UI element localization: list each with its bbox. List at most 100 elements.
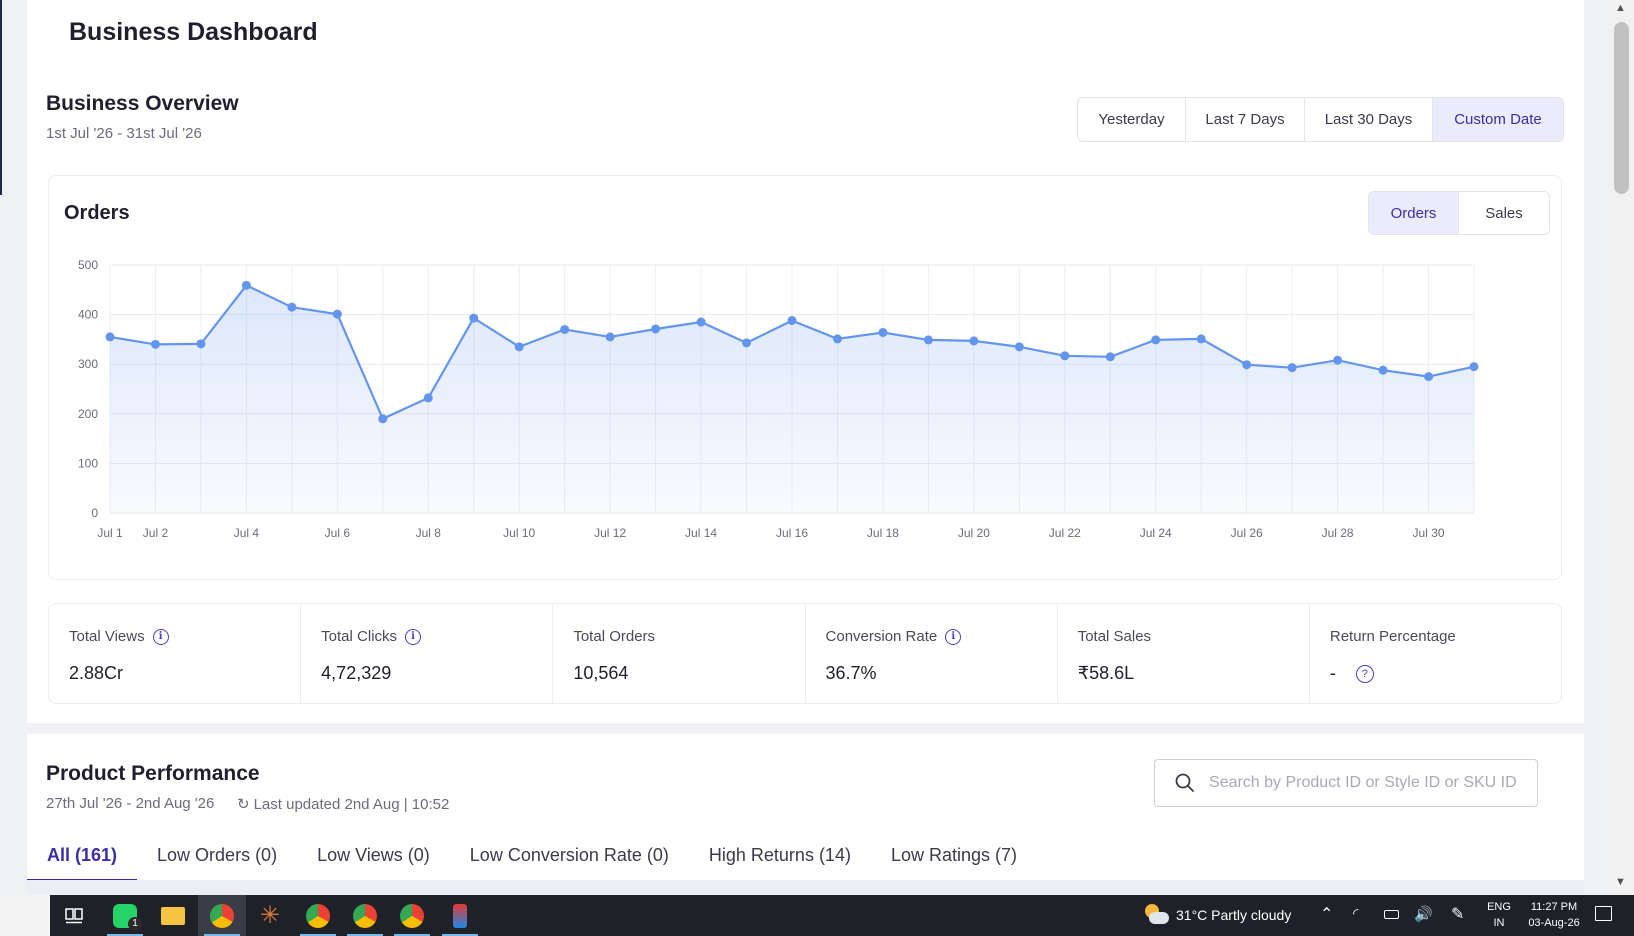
speaker-icon[interactable]: 🔊 bbox=[1414, 905, 1433, 923]
data-point bbox=[832, 334, 842, 344]
product-performance-title: Product Performance bbox=[46, 762, 260, 785]
overview-date-range: 1st Jul '26 - 31st Jul '26 bbox=[46, 125, 202, 142]
tab-low-conversion-rate[interactable]: Low Conversion Rate (0) bbox=[470, 845, 669, 880]
data-point bbox=[923, 335, 933, 345]
range-last-30-days-button[interactable]: Last 30 Days bbox=[1305, 98, 1433, 141]
product-performance-date-range: 27th Jul '26 - 2nd Aug '26 bbox=[46, 795, 215, 812]
data-point bbox=[241, 280, 251, 290]
metric-total-orders: Total Orders 10,564 bbox=[553, 604, 806, 703]
tab-low-ratings[interactable]: Low Ratings (7) bbox=[891, 845, 1017, 880]
chrome-profile-m-button[interactable] bbox=[294, 895, 342, 936]
y-tick-label: 400 bbox=[78, 308, 98, 322]
task-view-icon bbox=[65, 907, 83, 923]
data-point bbox=[1060, 351, 1070, 361]
range-last-7-days-button[interactable]: Last 7 Days bbox=[1186, 98, 1305, 141]
weather-text[interactable]: 31°C Partly cloudy bbox=[1176, 907, 1291, 923]
x-tick-label: Jul 4 bbox=[234, 526, 260, 540]
x-tick-label: Jul 10 bbox=[503, 526, 535, 540]
x-tick-label: Jul 20 bbox=[958, 526, 990, 540]
app-taskbar-button[interactable] bbox=[436, 895, 484, 936]
product-filter-tabs: All (161) Low Orders (0) Low Views (0) L… bbox=[26, 845, 1057, 882]
tab-low-orders[interactable]: Low Orders (0) bbox=[157, 845, 277, 880]
help-icon[interactable]: ? bbox=[1355, 664, 1374, 683]
info-icon[interactable]: i bbox=[152, 628, 169, 645]
chrome-profile-3-button[interactable] bbox=[388, 895, 436, 936]
metric-label: Total Sales bbox=[1077, 628, 1152, 645]
y-tick-label: 0 bbox=[91, 506, 98, 520]
data-point bbox=[787, 316, 797, 326]
info-icon[interactable]: i bbox=[945, 628, 962, 645]
data-point bbox=[514, 342, 524, 352]
task-view-button[interactable] bbox=[50, 895, 98, 936]
clock-date[interactable]: 03-Aug-26 bbox=[1520, 917, 1588, 929]
y-tick-label: 500 bbox=[78, 258, 98, 272]
x-tick-label: Jul 22 bbox=[1049, 526, 1081, 540]
battery-icon[interactable] bbox=[1384, 910, 1399, 919]
notifications-icon[interactable] bbox=[1595, 906, 1612, 921]
folder-icon bbox=[161, 906, 185, 925]
x-tick-label: Jul 24 bbox=[1140, 526, 1172, 540]
overview-title: Business Overview bbox=[46, 92, 239, 115]
metric-conversion-rate: Conversion Rate i 36.7% bbox=[806, 604, 1058, 703]
orders-chart-card: Orders Orders Sales 0 100 200 300 400 500 Jul … bbox=[48, 175, 1562, 580]
chrome-profile-1-button[interactable] bbox=[198, 895, 246, 936]
x-tick-label: Jul 6 bbox=[325, 526, 351, 540]
start-area[interactable] bbox=[0, 895, 50, 936]
language-top[interactable]: ENG bbox=[1484, 901, 1514, 913]
scroll-down-arrow-icon[interactable]: ▼ bbox=[1615, 876, 1626, 888]
data-point bbox=[1151, 335, 1161, 345]
metric-value: - bbox=[1329, 663, 1336, 683]
metric-label: Return Percentage bbox=[1329, 628, 1456, 645]
data-point bbox=[1105, 352, 1115, 362]
chrome-icon bbox=[306, 903, 330, 928]
metric-value: 2.88Cr bbox=[69, 663, 124, 683]
scrollbar-thumb[interactable] bbox=[1614, 22, 1629, 194]
metric-value: 36.7% bbox=[825, 663, 877, 683]
pen-icon[interactable]: ✎ bbox=[1451, 904, 1464, 924]
whatsapp-badge: 1 bbox=[128, 917, 142, 931]
data-point bbox=[1469, 362, 1479, 372]
orders-line-chart: 0 100 200 300 400 500 Jul 1 Jul 2 Jul 4 Jul 6 Jul … bbox=[78, 258, 1479, 540]
y-tick-label: 300 bbox=[78, 357, 98, 371]
scroll-up-arrow-icon[interactable]: ▲ bbox=[1615, 2, 1626, 14]
x-tick-label: Jul 1 bbox=[97, 526, 123, 540]
metric-label: Conversion Rate bbox=[825, 628, 938, 645]
whatsapp-taskbar-button[interactable]: 1 bbox=[101, 895, 149, 936]
file-explorer-button[interactable] bbox=[149, 895, 197, 936]
range-custom-date-button[interactable]: Custom Date bbox=[1433, 98, 1563, 141]
chrome-icon bbox=[210, 903, 234, 928]
data-point bbox=[105, 332, 115, 342]
data-point bbox=[287, 302, 297, 312]
data-point bbox=[1378, 365, 1388, 375]
metric-label: Total Clicks bbox=[321, 628, 398, 645]
data-point bbox=[150, 339, 160, 349]
page-title: Business Dashboard bbox=[69, 18, 318, 46]
last-updated-text: Last updated 2nd Aug | 10:52 bbox=[253, 795, 450, 813]
tab-all[interactable]: All (161) bbox=[26, 845, 138, 882]
y-tick-label: 100 bbox=[78, 456, 98, 470]
windows-taskbar: 1 ✳ 31°C Partly cloudy ⌃ ◜ 🔊 ✎ ENG IN 11… bbox=[0, 895, 1634, 936]
chrome-profile-k-button[interactable] bbox=[341, 895, 389, 936]
weather-icon[interactable] bbox=[1143, 904, 1169, 926]
language-bottom[interactable]: IN bbox=[1484, 917, 1514, 929]
info-icon[interactable]: i bbox=[405, 628, 422, 645]
y-tick-label: 200 bbox=[78, 407, 98, 421]
data-point bbox=[1287, 363, 1297, 373]
x-tick-label: Jul 12 bbox=[594, 526, 626, 540]
wifi-icon[interactable]: ◜ bbox=[1353, 905, 1358, 922]
product-search-input[interactable] bbox=[1209, 774, 1519, 792]
tab-low-views[interactable]: Low Views (0) bbox=[317, 845, 430, 880]
date-range-selector: Yesterday Last 7 Days Last 30 Days Custo… bbox=[1077, 97, 1564, 142]
range-yesterday-button[interactable]: Yesterday bbox=[1078, 98, 1186, 141]
x-tick-label: Jul 14 bbox=[685, 526, 717, 540]
page-scrollbar[interactable]: ▲ ▼ bbox=[1611, 0, 1634, 895]
data-point bbox=[1014, 342, 1024, 352]
claude-app-button[interactable]: ✳ bbox=[246, 895, 294, 936]
chevron-up-icon[interactable]: ⌃ bbox=[1320, 904, 1333, 924]
tab-high-returns[interactable]: High Returns (14) bbox=[709, 845, 851, 880]
search-icon bbox=[1175, 773, 1194, 792]
clock-time[interactable]: 11:27 PM bbox=[1520, 901, 1588, 913]
data-point bbox=[651, 324, 661, 334]
data-point bbox=[605, 332, 615, 342]
metric-value: 4,72,329 bbox=[321, 663, 392, 683]
